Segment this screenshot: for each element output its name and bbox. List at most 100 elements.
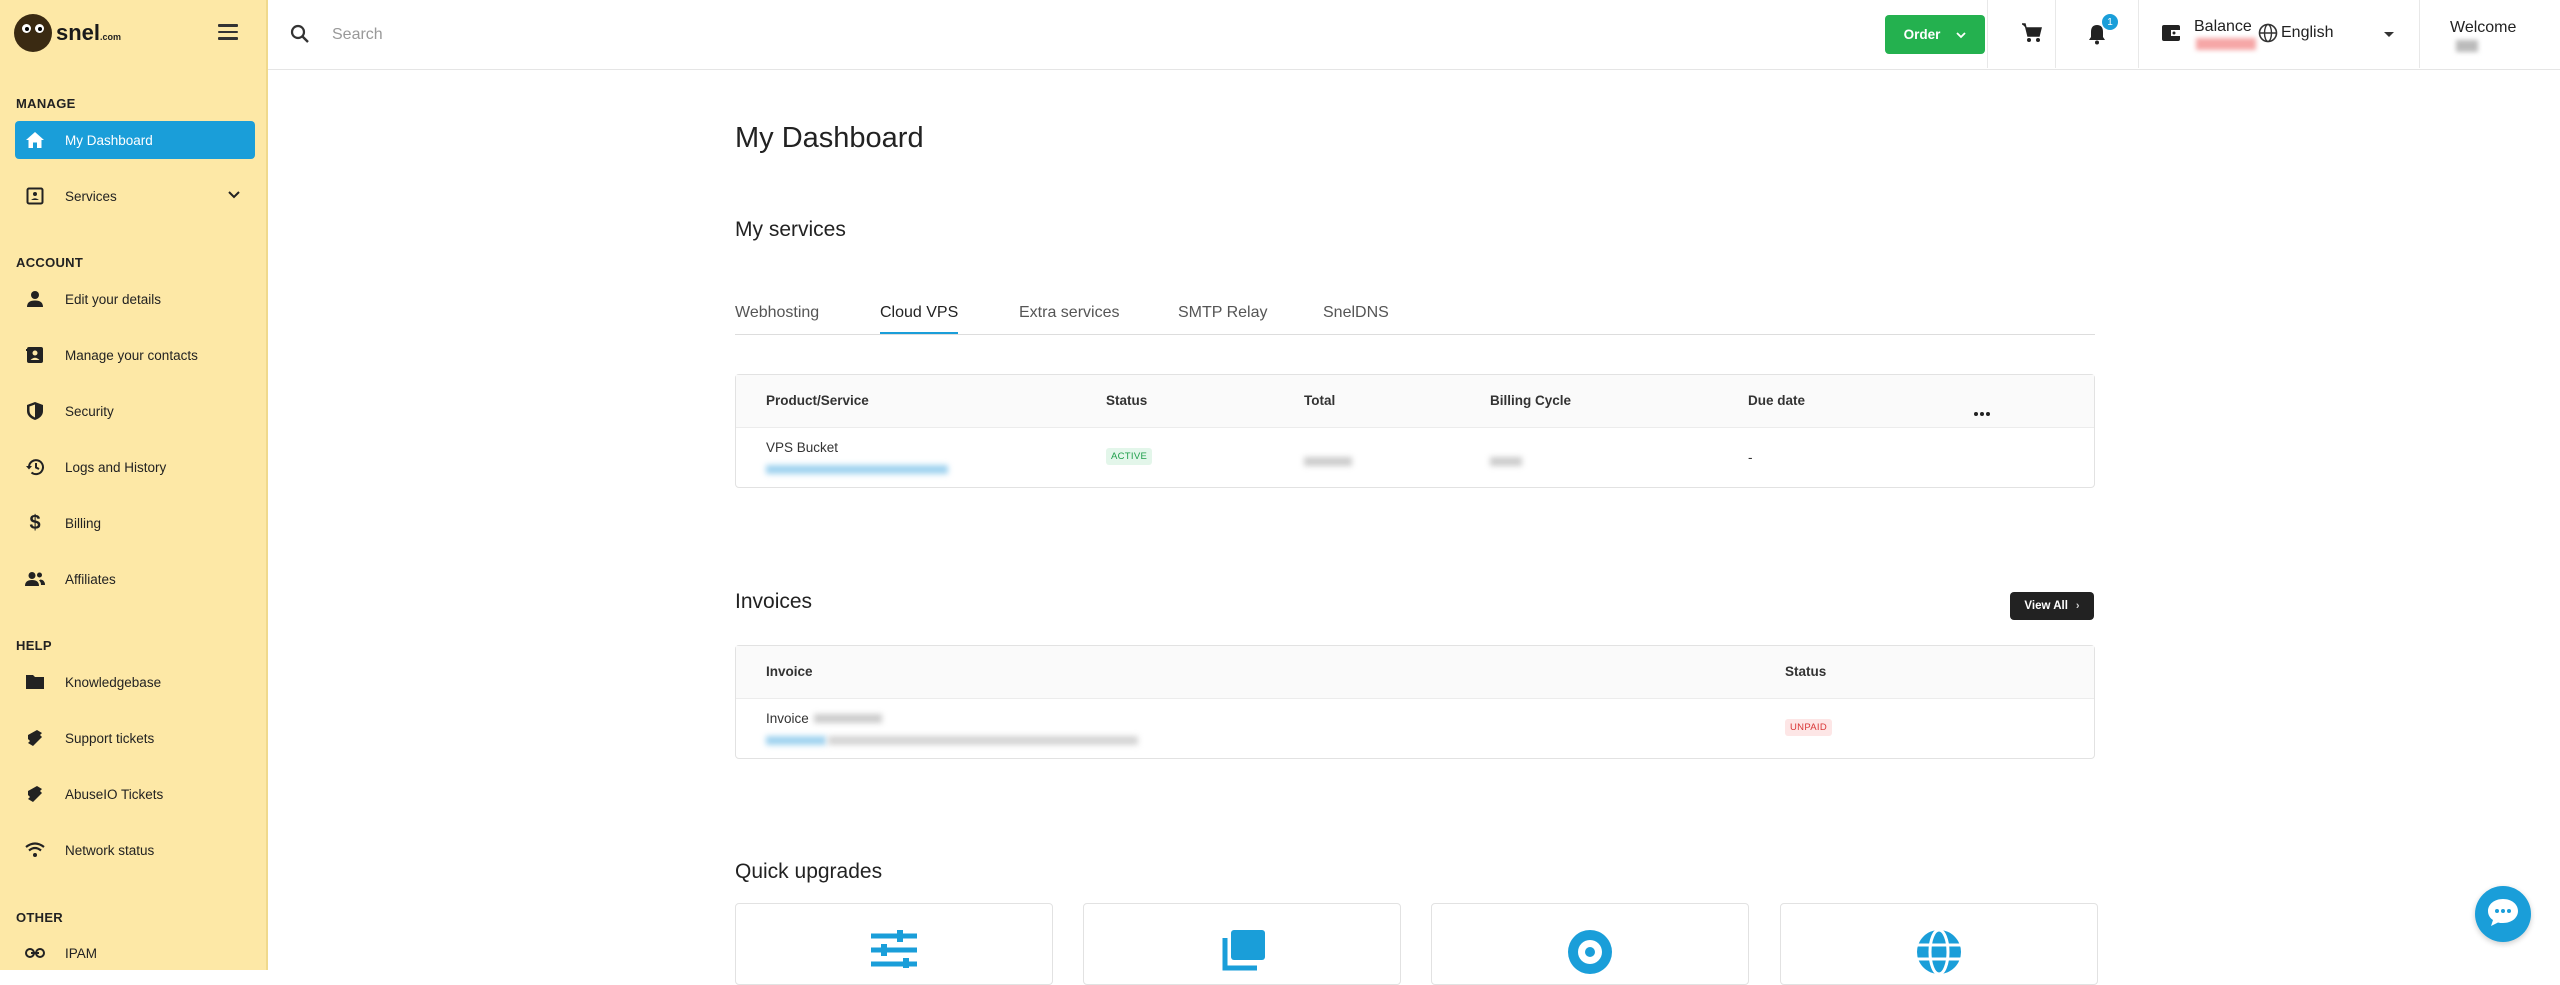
sidebar-item-affiliates[interactable]: Affiliates <box>15 560 255 598</box>
history-icon <box>24 456 46 478</box>
logo-text: snel <box>56 20 101 45</box>
language-selector[interactable]: English <box>2281 24 2333 42</box>
col-status: Status <box>1785 664 1827 679</box>
sidebar-item-label: Manage your contacts <box>65 347 198 363</box>
col-billing-cycle: Billing Cycle <box>1490 393 1572 408</box>
tab-smtp-relay[interactable]: SMTP Relay <box>1178 304 1268 322</box>
home-icon <box>24 129 46 151</box>
page-title: My Dashboard <box>735 122 924 154</box>
search-icon[interactable] <box>290 24 310 49</box>
notification-badge: 1 <box>2102 14 2118 30</box>
upgrade-card[interactable] <box>1083 903 1401 985</box>
product-hostname[interactable] <box>766 465 948 474</box>
disc-icon <box>1566 928 1614 981</box>
snail-logo-icon <box>14 14 52 52</box>
sidebar-item-abuseio-tickets[interactable]: AbuseIO Tickets <box>15 775 255 813</box>
balance-label[interactable]: Balance <box>2194 18 2252 36</box>
logo-suffix: .com <box>100 32 122 42</box>
welcome-label[interactable]: Welcome <box>2450 19 2516 37</box>
dollar-icon: $ <box>29 511 41 534</box>
invoice-details <box>828 736 1138 745</box>
sidebar-item-security[interactable]: Security <box>15 392 255 430</box>
sidebar-item-label: Security <box>65 403 114 419</box>
wifi-icon <box>24 839 46 861</box>
wallet-icon <box>2161 23 2181 48</box>
upgrade-card[interactable] <box>1431 903 1749 985</box>
section-title-help: HELP <box>16 638 52 653</box>
balance-value <box>2196 38 2256 50</box>
chat-button[interactable] <box>2475 886 2531 942</box>
invoice-number[interactable] <box>814 714 882 723</box>
sliders-icon <box>869 928 919 973</box>
affiliates-icon <box>24 568 46 590</box>
shield-icon <box>24 400 46 422</box>
ticket-icon <box>24 727 46 749</box>
sidebar-item-ipam[interactable]: IPAM <box>15 934 255 972</box>
sidebar-item-label: Affiliates <box>65 571 116 587</box>
view-all-button[interactable]: View All › <box>2010 592 2094 620</box>
section-title-other: OTHER <box>16 910 63 925</box>
link-icon <box>24 942 46 964</box>
tab-sneldns[interactable]: SnelDNS <box>1323 304 1389 322</box>
divider <box>2055 0 2056 68</box>
col-product: Product/Service <box>766 393 869 408</box>
folder-icon <box>24 671 46 693</box>
upgrade-card[interactable] <box>735 903 1053 985</box>
chat-bubble-icon <box>2486 897 2520 932</box>
services-heading: My services <box>735 218 846 241</box>
chevron-down-icon[interactable] <box>227 188 241 203</box>
sidebar-item-knowledgebase[interactable]: Knowledgebase <box>15 663 255 701</box>
sidebar-item-support-tickets[interactable]: Support tickets <box>15 719 255 757</box>
order-button[interactable]: Order <box>1885 15 1985 54</box>
sidebar-item-network-status[interactable]: Network status <box>15 831 255 869</box>
sidebar-item-my-dashboard[interactable]: My Dashboard <box>15 121 255 159</box>
search-input[interactable] <box>330 18 834 52</box>
sidebar-item-label: Billing <box>65 515 102 531</box>
divider <box>2419 0 2420 68</box>
invoices-table: Invoice Status Invoice UNPAID <box>735 645 2095 759</box>
globe-icon <box>1915 928 1963 981</box>
services-tabs: Webhosting Cloud VPS Extra services SMTP… <box>735 290 2095 335</box>
tab-cloud-vps[interactable]: Cloud VPS <box>880 304 959 334</box>
caret-down-icon[interactable] <box>2384 32 2394 37</box>
more-options-icon[interactable] <box>1974 403 1992 421</box>
invoice-link[interactable] <box>766 736 826 745</box>
order-label: Order <box>1903 27 1941 42</box>
sidebar-item-label: Knowledgebase <box>65 674 162 690</box>
sidebar-item-label: Edit your details <box>65 291 162 307</box>
username-value <box>2456 40 2478 52</box>
quick-upgrades-heading: Quick upgrades <box>735 860 883 883</box>
services-table: Product/Service Status Total Billing Cyc… <box>735 374 2095 488</box>
col-status: Status <box>1106 393 1148 408</box>
sidebar-item-label: Services <box>65 188 117 204</box>
tab-extra-services[interactable]: Extra services <box>1019 304 1119 322</box>
services-icon <box>24 185 46 207</box>
logo[interactable]: snel .com <box>14 14 121 52</box>
sidebar-item-billing[interactable]: $ Billing <box>15 504 255 542</box>
upgrade-card[interactable] <box>1780 903 2098 985</box>
sidebar-item-services[interactable]: Services <box>15 177 255 215</box>
contacts-icon <box>24 344 46 366</box>
section-title-account: ACCOUNT <box>16 255 84 270</box>
invoices-heading: Invoices <box>735 590 813 613</box>
product-name[interactable]: VPS Bucket <box>766 440 838 455</box>
total-value <box>1304 457 1352 466</box>
cart-icon[interactable] <box>2021 23 2043 48</box>
table-header: Invoice Status <box>736 646 2094 699</box>
sidebar-item-label: AbuseIO Tickets <box>65 786 164 802</box>
table-header: Product/Service Status Total Billing Cyc… <box>736 375 2094 428</box>
due-date-value: - <box>1748 450 1753 465</box>
tab-webhosting[interactable]: Webhosting <box>735 304 819 322</box>
col-invoice: Invoice <box>766 664 813 679</box>
sidebar: snel .com MANAGE My Dashboard Services A… <box>0 0 268 970</box>
sidebar-item-manage-contacts[interactable]: Manage your contacts <box>15 336 255 374</box>
globe-icon <box>2258 23 2278 48</box>
status-badge: UNPAID <box>1785 719 1832 736</box>
sidebar-item-edit-details[interactable]: Edit your details <box>15 280 255 318</box>
col-due-date: Due date <box>1748 393 1806 408</box>
sidebar-item-logs-history[interactable]: Logs and History <box>15 448 255 486</box>
status-badge: ACTIVE <box>1106 448 1153 465</box>
invoice-label[interactable]: Invoice <box>766 711 809 726</box>
hamburger-menu-icon[interactable] <box>218 24 238 40</box>
divider <box>1987 0 1988 68</box>
